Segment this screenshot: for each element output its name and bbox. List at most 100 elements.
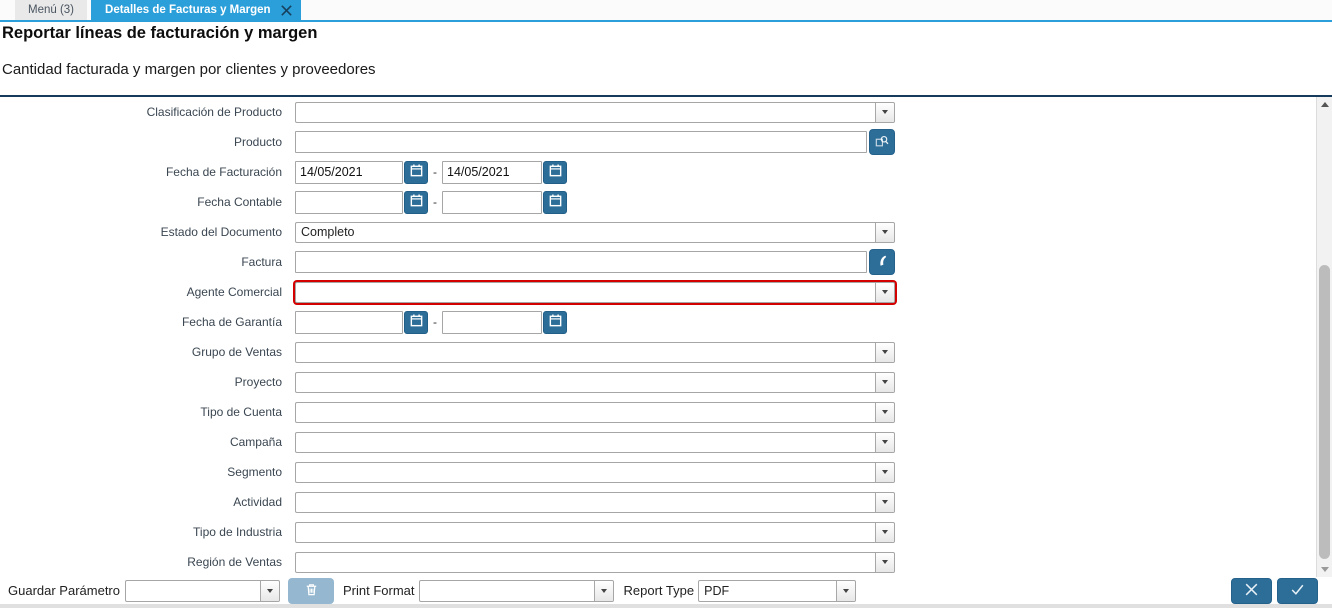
region-de-ventas-combo[interactable]	[295, 551, 895, 573]
report-type-combo[interactable]: PDF	[698, 579, 857, 602]
segmento-field	[295, 461, 895, 483]
fecha-contable-field: -	[295, 190, 567, 214]
tab-active-label: Detalles de Facturas y Margen	[105, 4, 271, 16]
chevron-down-icon[interactable]	[260, 580, 279, 601]
calendar-icon	[409, 193, 424, 211]
product-search-icon	[875, 134, 889, 151]
factura-input[interactable]	[295, 251, 867, 273]
producto-input[interactable]	[295, 131, 867, 153]
tipo-de-industria-label: Tipo de Industria	[193, 525, 282, 539]
clasificacion-de-producto-field	[295, 101, 895, 123]
proyecto-field	[295, 371, 895, 393]
factura-lookup-button[interactable]	[869, 249, 895, 275]
chevron-down-icon[interactable]	[875, 492, 894, 512]
fecha-de-garantia-from-calendar-button[interactable]	[404, 310, 428, 334]
page-title: Reportar líneas de facturación y margen	[2, 24, 318, 42]
estado-del-documento-combo[interactable]: Completo	[295, 221, 895, 243]
chevron-down-icon[interactable]	[875, 432, 894, 452]
estado-del-documento-field: Completo	[295, 221, 895, 243]
chevron-down-icon[interactable]	[875, 462, 894, 482]
actividad-combo[interactable]	[295, 491, 895, 513]
fecha-de-facturacion-to-calendar-button[interactable]	[543, 160, 567, 184]
campana-combo[interactable]	[295, 431, 895, 453]
fecha-de-facturacion-range-separator: -	[433, 165, 437, 179]
proyecto-value	[296, 373, 875, 392]
vertical-scrollbar[interactable]	[1316, 97, 1332, 577]
proyecto-combo[interactable]	[295, 371, 895, 393]
tab-detalles-facturas-margen[interactable]: Detalles de Facturas y Margen	[91, 0, 301, 20]
fecha-de-facturacion-from-input[interactable]	[295, 160, 403, 184]
fecha-de-facturacion-from-calendar-button[interactable]	[404, 160, 428, 184]
print-format-combo[interactable]	[418, 579, 614, 602]
chevron-up-icon	[1320, 102, 1329, 107]
form-row-campana: Campaña	[0, 427, 1316, 457]
tab-close-icon[interactable]	[280, 4, 293, 17]
scroll-thumb[interactable]	[1319, 265, 1330, 559]
form-row-actividad: Actividad	[0, 487, 1316, 517]
form-row-tipo-de-industria: Tipo de Industria	[0, 517, 1316, 547]
estado-del-documento-label: Estado del Documento	[160, 225, 282, 239]
calendar-icon	[548, 193, 563, 211]
actividad-value	[296, 493, 875, 512]
tab-menu[interactable]: Menú (3)	[15, 0, 88, 20]
cancel-button[interactable]	[1231, 577, 1272, 604]
segmento-combo[interactable]	[295, 461, 895, 483]
fecha-contable-range-separator: -	[433, 195, 437, 209]
fecha-contable-from-input[interactable]	[295, 190, 403, 214]
chevron-down-icon[interactable]	[875, 522, 894, 542]
chevron-down-icon[interactable]	[875, 342, 894, 362]
form-row-factura: Factura	[0, 247, 1316, 277]
tipo-de-industria-combo[interactable]	[295, 521, 895, 543]
producto-field	[295, 129, 895, 155]
fecha-contable-to-input[interactable]	[442, 190, 542, 214]
chevron-down-icon[interactable]	[875, 402, 894, 422]
form-row-fecha-de-facturacion: Fecha de Facturación -	[0, 157, 1316, 187]
chevron-down-icon[interactable]	[875, 222, 894, 242]
page-subtitle: Cantidad facturada y margen por clientes…	[2, 61, 376, 78]
chevron-down-icon[interactable]	[593, 580, 613, 601]
chevron-down-icon[interactable]	[875, 372, 894, 392]
print-format-label: Print Format	[343, 583, 415, 598]
chevron-down-icon[interactable]	[875, 552, 894, 572]
save-parameter-combo[interactable]	[125, 579, 280, 602]
producto-lookup-button[interactable]	[869, 129, 895, 155]
chevron-down-icon	[1320, 567, 1329, 572]
fecha-de-garantia-range-separator: -	[433, 315, 437, 329]
tipo-de-cuenta-field	[295, 401, 895, 423]
campana-field	[295, 431, 895, 453]
estado-del-documento-value: Completo	[301, 225, 355, 239]
form-row-grupo-de-ventas: Grupo de Ventas	[0, 337, 1316, 367]
scroll-down-button[interactable]	[1317, 567, 1332, 572]
fecha-de-facturacion-to-input[interactable]	[442, 160, 542, 184]
record-search-icon	[875, 254, 889, 271]
chevron-down-icon[interactable]	[875, 102, 894, 122]
ok-button[interactable]	[1277, 577, 1318, 604]
grupo-de-ventas-combo[interactable]	[295, 341, 895, 363]
fecha-de-garantia-to-calendar-button[interactable]	[543, 310, 567, 334]
chevron-down-icon[interactable]	[875, 282, 894, 302]
segmento-value	[296, 463, 875, 482]
agente-comercial-combo[interactable]	[295, 281, 895, 303]
chevron-down-icon[interactable]	[836, 580, 856, 601]
form-row-segmento: Segmento	[0, 457, 1316, 487]
form-row-estado-del-documento: Estado del Documento Completo	[0, 217, 1316, 247]
form-row-clasificacion-de-producto: Clasificación de Producto	[0, 97, 1316, 127]
fecha-contable-from-calendar-button[interactable]	[404, 190, 428, 214]
form-row-agente-comercial: Agente Comercial	[0, 277, 1316, 307]
tab-menu-label: Menú (3)	[28, 4, 75, 16]
close-icon	[1243, 581, 1260, 601]
form-row-fecha-de-garantia: Fecha de Garantía -	[0, 307, 1316, 337]
fecha-contable-to-calendar-button[interactable]	[543, 190, 567, 214]
factura-label: Factura	[241, 255, 282, 269]
print-format-value	[420, 581, 594, 601]
fecha-de-garantia-to-input[interactable]	[442, 310, 542, 334]
actividad-field	[295, 491, 895, 513]
region-de-ventas-value	[296, 553, 875, 572]
campana-value	[296, 433, 875, 452]
scroll-up-button[interactable]	[1317, 102, 1332, 107]
fecha-de-garantia-from-input[interactable]	[295, 310, 403, 334]
tipo-de-cuenta-combo[interactable]	[295, 401, 895, 423]
clasificacion-de-producto-combo[interactable]	[295, 101, 895, 123]
form-row-producto: Producto	[0, 127, 1316, 157]
delete-parameter-button[interactable]	[288, 577, 334, 604]
